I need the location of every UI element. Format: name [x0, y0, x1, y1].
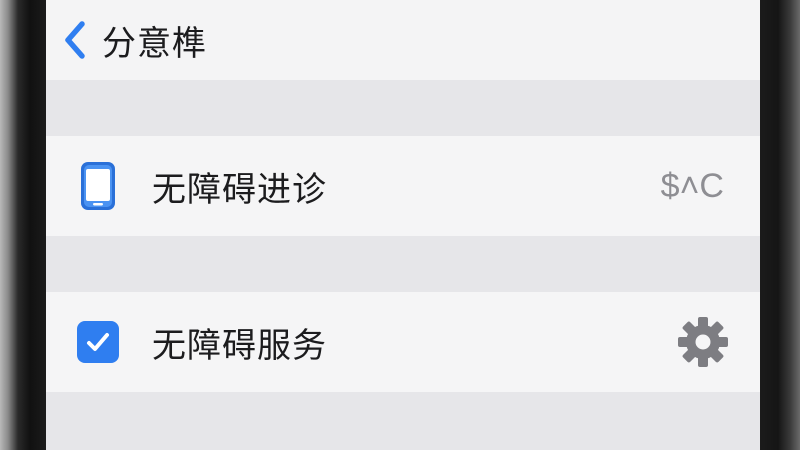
section-separator — [46, 80, 760, 136]
row-value: $˄C — [660, 166, 724, 205]
chevron-left-icon — [65, 21, 85, 59]
back-button[interactable] — [46, 10, 90, 70]
section-separator — [46, 236, 760, 292]
checkbox-checked-icon[interactable] — [76, 317, 120, 367]
row-label: 无障碍服务 — [152, 325, 327, 366]
page-title: 分意榫 — [102, 23, 207, 64]
list-item-accessibility-service[interactable]: 无障碍服务 — [46, 292, 760, 392]
section-separator — [46, 392, 760, 450]
gear-icon[interactable] — [676, 315, 730, 369]
phone-bezel-left — [0, 0, 46, 450]
navigation-bar: 分意榫 — [46, 0, 760, 80]
phone-icon — [76, 161, 120, 211]
phone-screen: 分意榫 无障碍进诊 $˄C 无障碍服务 — [46, 0, 760, 450]
list-item-accessibility-diagnosis[interactable]: 无障碍进诊 $˄C — [46, 136, 760, 236]
phone-bezel-right — [760, 0, 800, 450]
row-label: 无障碍进诊 — [152, 169, 327, 210]
